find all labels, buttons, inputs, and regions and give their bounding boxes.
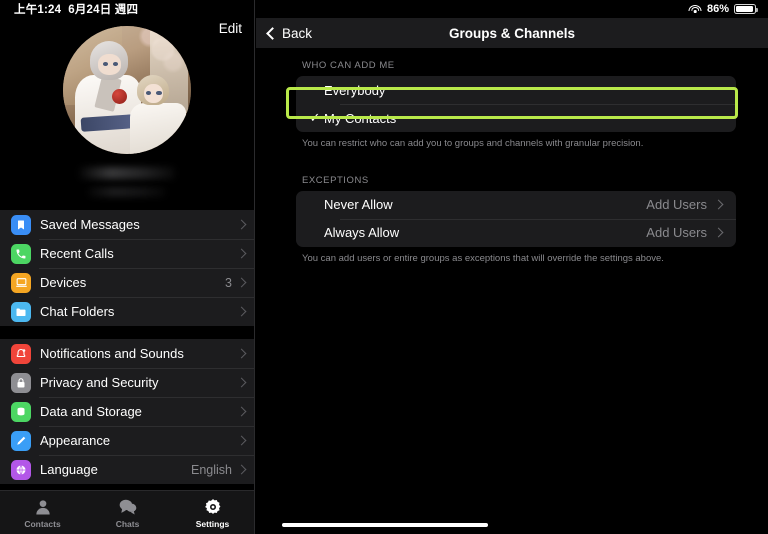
section-header-who-can-add-me: WHO CAN ADD ME	[302, 60, 395, 71]
sidebar-item-privacy-and-security[interactable]: Privacy and Security	[0, 368, 254, 397]
battery-percent-label: 86%	[706, 3, 729, 15]
sidebar-group-1: Saved Messages Recent Calls Devices 3 Ch…	[0, 210, 254, 326]
chevron-right-icon	[236, 248, 247, 259]
sidebar-item-data-and-storage[interactable]: Data and Storage	[0, 397, 254, 426]
chevron-right-icon	[236, 406, 247, 417]
brush-icon	[11, 430, 31, 451]
globe-icon	[11, 459, 31, 480]
status-bar-right: 86%	[688, 3, 759, 15]
home-indicator	[282, 523, 488, 527]
tab-label: Contacts	[24, 518, 61, 529]
chevron-right-icon	[236, 277, 247, 288]
bell-icon	[11, 343, 31, 364]
tab-settings[interactable]: Settings	[182, 497, 244, 529]
chevron-right-icon	[236, 219, 247, 230]
sidebar-item-appearance[interactable]: Appearance	[0, 426, 254, 455]
status-bar: 上午1:24 6月24日 週四 86%	[0, 0, 768, 18]
folder-icon	[11, 301, 31, 322]
who-can-add-me-card: Everybody ✓ My Contacts	[296, 76, 736, 132]
tab-chats[interactable]: Chats	[97, 497, 159, 529]
wifi-icon	[688, 4, 702, 14]
sidebar-item-chat-folders[interactable]: Chat Folders	[0, 297, 254, 326]
sidebar-item-label: Appearance	[40, 433, 111, 448]
status-time: 上午1:24	[14, 4, 62, 16]
sidebar-item-label: Notifications and Sounds	[40, 346, 184, 361]
section-header-exceptions: EXCEPTIONS	[302, 174, 369, 186]
avatar-artwork	[63, 26, 191, 154]
settings-gear-icon	[203, 497, 223, 517]
sidebar: Edit Saved Messages Recent Calls Devices…	[0, 0, 255, 534]
sidebar-item-saved-messages[interactable]: Saved Messages	[0, 210, 254, 239]
sidebar-group-2: Notifications and Sounds Privacy and Sec…	[0, 339, 254, 484]
database-icon	[11, 401, 31, 422]
chevron-right-icon	[236, 306, 247, 317]
tab-label: Settings	[195, 518, 230, 529]
row-label: Never Allow	[324, 197, 393, 213]
row-label: Always Allow	[324, 225, 400, 241]
sidebar-item-label: Privacy and Security	[40, 375, 159, 390]
add-users-action[interactable]: Add Users	[646, 225, 707, 240]
row-never-allow[interactable]: Never Allow Add Users	[296, 191, 736, 219]
option-my-contacts[interactable]: ✓ My Contacts	[296, 104, 736, 132]
chevron-right-icon	[713, 227, 724, 238]
chevron-right-icon	[236, 377, 247, 388]
laptop-icon	[11, 272, 31, 293]
tab-bar: Contacts Chats Settings	[0, 490, 254, 534]
sidebar-item-notifications-and-sounds[interactable]: Notifications and Sounds	[0, 339, 254, 368]
chevron-right-icon	[236, 464, 247, 475]
sidebar-item-label: Language	[40, 462, 98, 477]
phone-icon	[11, 243, 31, 264]
chevron-right-icon	[713, 199, 724, 210]
check-icon: ✓	[309, 110, 321, 125]
option-label: Everybody	[324, 82, 386, 98]
detail-pane: Back Groups & Channels WHO CAN ADD ME Ev…	[256, 0, 768, 534]
back-button[interactable]: Back	[266, 25, 313, 41]
bookmark-icon	[11, 214, 31, 235]
chevron-right-icon	[236, 348, 247, 359]
exceptions-card: Never Allow Add Users Always Allow Add U…	[296, 190, 736, 247]
status-bar-left: 上午1:24 6月24日 週四	[14, 1, 138, 17]
sidebar-item-recent-calls[interactable]: Recent Calls	[0, 239, 254, 268]
sidebar-item-label: Saved Messages	[40, 217, 140, 232]
chats-icon	[118, 497, 138, 517]
add-users-action[interactable]: Add Users	[646, 197, 707, 212]
sidebar-item-label: Recent Calls	[40, 246, 114, 261]
chevron-left-icon	[266, 26, 279, 40]
profile-header	[0, 0, 254, 197]
sidebar-item-devices[interactable]: Devices 3	[0, 268, 254, 297]
sidebar-item-language[interactable]: Language English	[0, 455, 254, 484]
sidebar-item-label: Chat Folders	[40, 304, 115, 319]
battery-icon	[734, 3, 759, 15]
option-label: My Contacts	[324, 110, 397, 126]
sidebar-item-label: Data and Storage	[40, 404, 142, 419]
status-date: 6月24日 週四	[68, 4, 139, 16]
app-screen: 上午1:24 6月24日 週四 86% Edit Saved Messages …	[0, 0, 768, 534]
sidebar-item-value: 3	[225, 275, 232, 290]
profile-name-redacted	[79, 167, 175, 179]
row-always-allow[interactable]: Always Allow Add Users	[296, 218, 736, 247]
profile-phone-redacted	[88, 187, 166, 197]
tab-contacts[interactable]: Contacts	[12, 497, 74, 529]
navigation-bar: Back Groups & Channels	[256, 18, 768, 48]
option-everybody[interactable]: Everybody	[296, 76, 736, 104]
contacts-icon	[33, 497, 53, 517]
edit-button[interactable]: Edit	[219, 21, 242, 36]
chevron-right-icon	[236, 435, 247, 446]
tab-label: Chats	[115, 518, 140, 529]
settings-content: WHO CAN ADD ME Everybody ✓ My Contacts Y…	[256, 48, 768, 266]
page-title: Groups & Channels	[448, 25, 575, 41]
lock-icon	[11, 372, 31, 393]
avatar[interactable]	[63, 26, 191, 154]
sidebar-item-label: Devices	[40, 275, 87, 290]
back-button-label: Back	[282, 25, 313, 41]
section-footer-who-can-add-me: You can restrict who can add you to grou…	[302, 138, 644, 149]
sidebar-item-value: English	[191, 462, 232, 477]
section-footer-exceptions: You can add users or entire groups as ex…	[302, 252, 664, 264]
